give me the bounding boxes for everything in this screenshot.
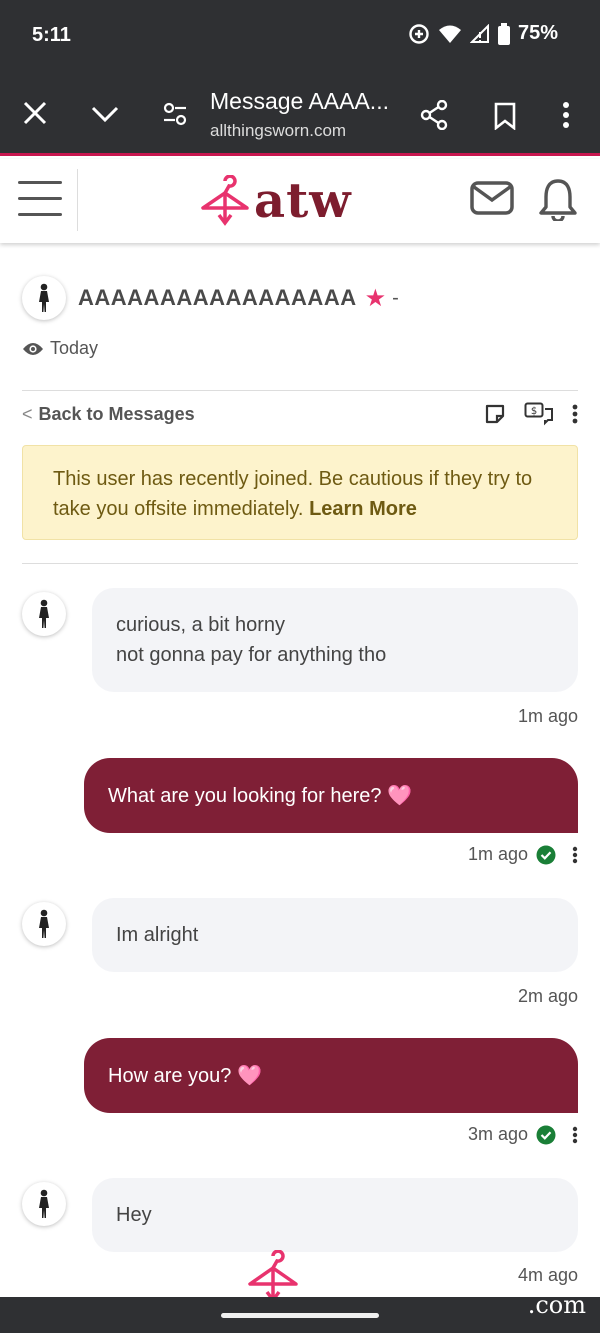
back-to-messages-link[interactable]: < Back to Messages — [22, 404, 195, 425]
eye-icon — [23, 342, 43, 355]
battery-icon — [497, 22, 510, 45]
message-meta: 1m ago — [468, 844, 578, 865]
thread-more-icon[interactable] — [572, 404, 578, 424]
system-nav-bar: .com — [0, 1291, 600, 1333]
delivered-check-icon — [536, 1125, 556, 1144]
message-time: 3m ago — [467, 1124, 528, 1144]
logo-text: atw — [254, 173, 352, 229]
message-line: curious, a bit horny — [116, 614, 285, 636]
female-silhouette-icon — [39, 283, 49, 312]
avatar[interactable] — [22, 1182, 66, 1226]
divider — [22, 563, 578, 564]
site-header: atw — [0, 159, 600, 243]
status-time: 5:11 — [32, 24, 71, 46]
avatar[interactable] — [22, 276, 66, 320]
share-icon[interactable] — [420, 100, 448, 130]
message-time: 1m ago — [467, 844, 528, 864]
last-seen: Today — [22, 338, 98, 359]
battery-percent: 75% — [517, 22, 558, 44]
data-saver-icon — [409, 23, 429, 44]
menu-icon[interactable] — [18, 181, 62, 217]
mail-icon[interactable] — [470, 181, 514, 220]
hanger-logo-icon — [201, 175, 249, 226]
avatar[interactable] — [22, 902, 66, 946]
message-meta: 3m ago — [468, 1124, 578, 1145]
outgoing-message[interactable]: How are you? 🩷 — [84, 1038, 578, 1113]
delivered-check-icon — [536, 845, 556, 864]
message-time: 4m ago — [517, 1265, 578, 1285]
svg-text:$: $ — [531, 406, 537, 417]
chevron-left-icon: < — [22, 404, 33, 424]
female-silhouette-icon — [39, 599, 49, 628]
message-text: What are you looking for here? 🩷 — [108, 785, 412, 807]
close-icon[interactable] — [22, 100, 48, 126]
message-time: 1m ago — [517, 706, 578, 726]
header-divider — [77, 169, 78, 231]
incoming-message[interactable]: Im alright — [92, 898, 578, 972]
learn-more-link[interactable]: Learn More — [309, 498, 417, 520]
new-user-warning: This user has recently joined. Be cautio… — [22, 445, 578, 540]
status-bar: 5:11 75% — [0, 0, 600, 72]
avatar[interactable] — [22, 592, 66, 636]
female-silhouette-icon — [39, 1189, 49, 1218]
message-text: How are you? 🩷 — [108, 1065, 262, 1087]
chevron-down-icon[interactable] — [90, 104, 120, 124]
more-vertical-icon[interactable] — [562, 102, 570, 128]
incoming-message[interactable]: Hey — [92, 1178, 578, 1252]
message-time: 2m ago — [517, 986, 578, 1006]
incoming-message[interactable]: curious, a bit horny not gonna pay for a… — [92, 588, 578, 692]
thread-actions: $ — [484, 402, 578, 426]
divider — [22, 390, 578, 391]
star-icon: ★ — [364, 284, 387, 312]
username[interactable]: AAAAAAAAAAAAAAAAA — [78, 285, 357, 311]
message-line: Hey — [116, 1204, 152, 1226]
outgoing-message[interactable]: What are you looking for here? 🩷 — [84, 758, 578, 833]
bookmark-icon[interactable] — [494, 102, 516, 130]
paid-chat-icon[interactable]: $ — [524, 402, 554, 426]
last-seen-text: Today — [50, 338, 99, 358]
message-line: Im alright — [116, 924, 199, 946]
watermark-text: .com — [527, 1291, 586, 1319]
female-silhouette-icon — [39, 909, 49, 938]
browser-toolbar: Message AAAA... allthingsworn.com — [0, 72, 600, 156]
back-link-label: Back to Messages — [38, 404, 195, 424]
site-settings-icon[interactable] — [162, 102, 188, 126]
message-more-icon[interactable] — [572, 1126, 578, 1144]
browser-url[interactable]: allthingsworn.com — [210, 121, 346, 141]
user-row: AAAAAAAAAAAAAAAAA ★ - — [22, 276, 399, 320]
message-line: not gonna pay for anything tho — [116, 644, 387, 666]
site-logo[interactable]: atw — [200, 173, 352, 229]
browser-title[interactable]: Message AAAA... — [210, 88, 389, 115]
status-icons: 75% — [408, 22, 558, 45]
username-suffix: - — [392, 286, 399, 309]
wifi-icon — [438, 25, 461, 43]
message-more-icon[interactable] — [572, 846, 578, 864]
note-icon[interactable] — [484, 403, 506, 425]
signal-icon — [469, 23, 489, 43]
warning-text: This user has recently joined. Be cautio… — [53, 468, 533, 520]
home-gesture-handle[interactable] — [221, 1313, 379, 1318]
bell-icon[interactable] — [538, 177, 578, 226]
